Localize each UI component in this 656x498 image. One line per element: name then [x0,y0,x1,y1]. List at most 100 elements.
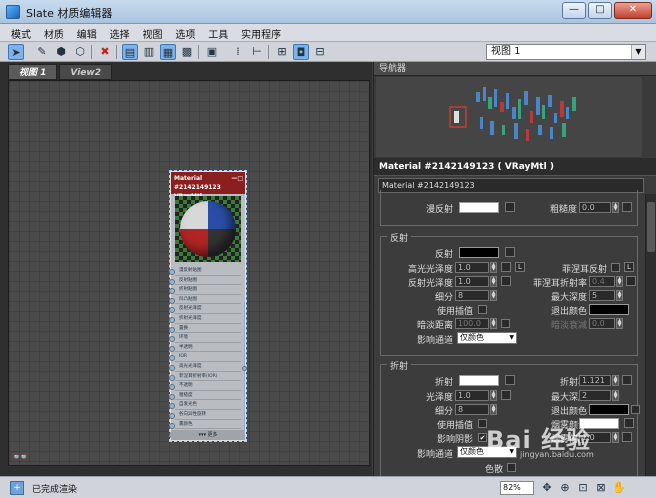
slot-item[interactable]: 折射贴图 [169,285,241,295]
menu-select[interactable]: 选择 [105,24,135,41]
refl-gloss-input[interactable]: 1.0 [455,276,489,287]
refract-color-swatch[interactable] [459,375,499,386]
refl-exit-color-swatch[interactable] [589,304,629,315]
refr-subdivs-spinner[interactable]: ▲ ▼ [490,404,497,415]
ior-map-button[interactable] [622,375,632,385]
minimize-button[interactable]: — [562,2,586,19]
slot-item[interactable]: 各向异性旋转 [169,410,241,420]
slot-item[interactable]: 反射贴图 [169,276,241,286]
refl-gloss-spinner[interactable]: ▲ ▼ [490,276,497,287]
slot-item[interactable]: 高光光泽度 [169,362,241,372]
slot-item[interactable]: 折射光泽度 [169,314,241,324]
slot-item[interactable]: 雾颜色 [169,420,241,430]
binoculars-icon[interactable]: 👓 [12,450,28,465]
reflect-map-button[interactable] [505,247,515,257]
diffuse-map-button[interactable] [505,202,515,212]
slot-item[interactable]: 反射光泽度 [169,304,241,314]
refl-gloss-map-button[interactable] [501,276,511,286]
zoom-icon[interactable]: ⊕ [558,480,572,495]
layout-horizontal-icon[interactable]: ⊢ [249,44,265,60]
fresnel-ior-map-button[interactable] [626,276,636,286]
tab-view-1[interactable]: 视图 1 [8,64,58,80]
slot-item[interactable]: 凹凸贴图 [169,295,241,305]
move-children-icon[interactable]: ▤ [122,44,138,60]
tab-view-2[interactable]: View2 [59,64,112,80]
node-header[interactable]: Material #2142149123 VRayMtl —□ [171,172,245,200]
checker-background-icon[interactable]: ▩ [179,44,195,60]
output-socket-icon[interactable] [242,366,247,371]
dim-dist-spinner[interactable]: ▲ ▼ [490,318,497,329]
ior-input[interactable]: 1.121 [579,375,611,386]
layout-vertical-icon[interactable]: ⁞ [230,44,246,60]
zoom-region-icon[interactable]: ⊡ [576,480,590,495]
scrollbar-thumb[interactable] [647,202,655,252]
hide-slots-icon[interactable]: ▥ [141,44,157,60]
slot-item[interactable]: 置换 [169,324,241,334]
fresnel-ior-spinner[interactable]: ▲ ▼ [616,276,623,287]
fog-mult-map-button[interactable] [622,432,632,442]
layout-children-icon[interactable]: ⊞ [274,44,290,60]
fresnel-checkbox[interactable] [611,263,620,272]
node-menu-icon[interactable]: —□ [231,174,243,183]
preview-icon[interactable]: ▣ [204,44,220,60]
hilight-gloss-input[interactable]: 1.0 [455,262,489,273]
refr-gloss-input[interactable]: 1.0 [455,390,489,401]
refr-gloss-spinner[interactable]: ▲ ▼ [490,390,497,401]
refr-max-depth-input[interactable]: 2 [579,390,611,401]
refl-subdivs-spinner[interactable]: ▲ ▼ [490,290,497,301]
navigator-canvas[interactable] [376,77,642,157]
ior-spinner[interactable]: ▲ ▼ [612,375,619,386]
menu-material[interactable]: 材质 [39,24,69,41]
show-map-icon[interactable]: ▦ [160,44,176,60]
slot-item[interactable]: 粗糙度 [169,391,241,401]
maximize-button[interactable]: □ [588,2,612,19]
refl-affect-ch-dropdown[interactable]: 仅颜色 [457,332,517,344]
dim-dist-input[interactable]: 100.0 [455,318,489,329]
fresnel-lock-button[interactable]: L [624,262,634,272]
refract-map-button[interactable] [505,375,515,385]
zoom-extents-icon[interactable]: ⊠ [594,480,608,495]
eyedropper-icon[interactable]: ✎ [34,44,50,60]
roughness-spinner[interactable]: ▲ ▼ [612,202,619,213]
select-by-material-icon[interactable]: ⊟ [312,44,328,60]
slot-item[interactable]: 漫反射贴图 [169,266,241,276]
delete-icon[interactable]: ✖ [97,44,113,60]
slot-item[interactable]: 菲涅耳折射率(IOR) [169,372,241,382]
dispersion-checkbox[interactable] [507,463,516,472]
close-button[interactable]: ✕ [614,2,652,19]
roughness-map-button[interactable] [622,202,632,212]
dim-falloff-input[interactable]: 0.0 [589,318,615,329]
refl-max-depth-input[interactable]: 5 [589,290,615,301]
hilight-gloss-spinner[interactable]: ▲ ▼ [490,262,497,273]
refr-subdivs-input[interactable]: 8 [455,404,489,415]
select-tool-icon[interactable]: ➤ [8,44,24,60]
status-icon[interactable]: + [10,481,24,495]
fog-mult-spinner[interactable]: ▲ ▼ [612,432,619,443]
pan-hand-icon[interactable]: ✋ [612,480,626,495]
fog-color-map-button[interactable] [624,418,634,428]
menu-view[interactable]: 视图 [138,24,168,41]
material-node[interactable]: Material #2142149123 VRayMtl —□ 漫反射贴图 反射… [169,170,247,442]
assign-material-icon[interactable]: ⬢ [53,44,69,60]
view-selector-dropdown[interactable]: 视图 1 ▼ [486,44,646,60]
param-editor-icon[interactable]: ◘ [293,44,309,60]
refl-max-depth-spinner[interactable]: ▲ ▼ [616,290,623,301]
slot-item[interactable]: 环境 [169,333,241,343]
refl-interp-checkbox[interactable] [478,305,487,314]
hilight-lock-button[interactable]: L [515,262,525,272]
slot-item[interactable]: 自发光色 [169,400,241,410]
diffuse-color-swatch[interactable] [459,202,499,213]
dim-dist-checkbox[interactable] [501,319,510,328]
pan-icon[interactable]: ✥ [540,480,554,495]
menu-mode[interactable]: 模式 [6,24,36,41]
refr-exit-color-checkbox[interactable] [631,405,640,414]
reflect-color-swatch[interactable] [459,247,499,258]
refr-max-depth-spinner[interactable]: ▲ ▼ [612,390,619,401]
slot-item[interactable]: 半透明 [169,343,241,353]
slot-item[interactable]: IOR [169,352,241,362]
property-scrollbar[interactable] [645,194,656,476]
put-to-scene-icon[interactable]: ⬡ [72,44,88,60]
slot-item[interactable]: 不透明 [169,381,241,391]
hilight-gloss-map-button[interactable] [501,262,511,272]
refr-gloss-map-button[interactable] [501,390,511,400]
